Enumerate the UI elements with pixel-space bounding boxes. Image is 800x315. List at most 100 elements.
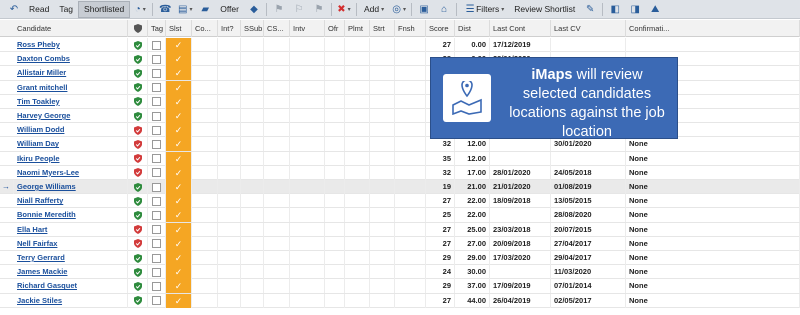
candidate-name-link[interactable]: William Dodd	[14, 123, 128, 138]
tag-checkbox[interactable]	[148, 194, 166, 209]
col-header-co[interactable]: Co...	[192, 20, 218, 37]
table-row[interactable]: Ikiru People ✓ 35 12.00 None	[0, 151, 800, 166]
col-header-plmt[interactable]: Plmt	[345, 20, 370, 37]
table-row[interactable]: James Mackie ✓ 24 30.00 11/03/2020 None	[0, 265, 800, 280]
tag-checkbox[interactable]	[148, 66, 166, 81]
table-row[interactable]: William Dodd ✓	[0, 123, 800, 138]
table-row[interactable]: Naomi Myers-Lee ✓ 32 17.00 28/01/2020 24/05/2…	[0, 165, 800, 180]
tag-checkbox[interactable]	[148, 38, 166, 52]
building-icon[interactable]: ⌂	[434, 1, 454, 18]
col-header-fnsh[interactable]: Fnsh	[395, 20, 426, 37]
review-shortlist-button[interactable]: Review Shortlist	[509, 1, 580, 18]
col-header-ssub[interactable]: SSub	[241, 20, 264, 37]
col-header-last-cont[interactable]: Last Cont	[490, 20, 551, 37]
candidate-name-link[interactable]: Nell Fairfax	[14, 236, 128, 251]
shortlist-check-icon[interactable]: ✓	[166, 66, 192, 81]
col-header-ofr[interactable]: Ofr	[325, 20, 345, 37]
table-row[interactable]: Richard Gasquet ✓ 29 37.00 17/09/2019 07/01/2…	[0, 279, 800, 294]
tag-checkbox[interactable]	[148, 137, 166, 152]
handshake-icon[interactable]: ◆	[244, 1, 264, 18]
table-row[interactable]: Ross Pheby ✓ 27 0.00 17/12/2019	[0, 38, 800, 53]
candidate-name-link[interactable]: James Mackie	[14, 265, 128, 280]
col-header-confirmation[interactable]: Confirmati...	[626, 20, 800, 37]
candidate-name-link[interactable]: George Williams	[14, 180, 128, 194]
table-row[interactable]: Allistair Miller ✓	[0, 66, 800, 81]
shortlist-check-icon[interactable]: ✓	[166, 265, 192, 280]
tag-checkbox[interactable]	[148, 151, 166, 166]
tag-checkbox[interactable]	[148, 293, 166, 308]
shortlist-check-icon[interactable]: ✓	[166, 94, 192, 109]
candidate-name-link[interactable]: Niall Rafferty	[14, 194, 128, 209]
shortlist-check-icon[interactable]: ✓	[166, 180, 192, 194]
shortlist-check-icon[interactable]: ✓	[166, 165, 192, 180]
candidate-name-link[interactable]: Ikiru People	[14, 151, 128, 166]
tag-checkbox[interactable]	[148, 222, 166, 237]
col-header-shield[interactable]	[128, 20, 148, 37]
shortlist-check-icon[interactable]: ✓	[166, 80, 192, 95]
shortlist-check-icon[interactable]: ✓	[166, 194, 192, 209]
document-icon[interactable]: ▤ ▾	[175, 1, 195, 18]
chart-icon[interactable]: ◔ ▾	[130, 1, 150, 18]
candidate-name-link[interactable]: Daxton Combs	[14, 52, 128, 67]
tag-button[interactable]: Tag	[54, 1, 78, 18]
candidate-name-link[interactable]: Tim Toakley	[14, 94, 128, 109]
col-header-intv[interactable]: Intv	[290, 20, 325, 37]
col-header-int[interactable]: Int?	[218, 20, 241, 37]
shortlist-check-icon[interactable]: ✓	[166, 222, 192, 237]
edit-icon[interactable]: ✎	[580, 1, 600, 18]
candidate-name-link[interactable]: William Day	[14, 137, 128, 152]
tag-checkbox[interactable]	[148, 180, 166, 194]
table-row[interactable]: William Day ✓ 32 12.00 30/01/2020 None	[0, 137, 800, 152]
comment-icon[interactable]: ▰	[195, 1, 215, 18]
candidate-name-link[interactable]: Jackie Stiles	[14, 293, 128, 308]
tag-checkbox[interactable]	[148, 251, 166, 265]
col-header-tag[interactable]: Tag	[148, 20, 166, 37]
phone-icon[interactable]: ☎	[155, 1, 175, 18]
shortlist-check-icon[interactable]: ✓	[166, 279, 192, 294]
table-row[interactable]: Tim Toakley ✓	[0, 94, 800, 109]
candidate-name-link[interactable]: Bonnie Meredith	[14, 208, 128, 223]
shortlist-check-icon[interactable]: ✓	[166, 151, 192, 166]
candidate-name-link[interactable]: Terry Gerrard	[14, 251, 128, 265]
flag-outline-icon[interactable]: ⚐	[289, 1, 309, 18]
tag-checkbox[interactable]	[148, 80, 166, 95]
candidate-name-link[interactable]: Grant mitchell	[14, 80, 128, 95]
tag-checkbox[interactable]	[148, 109, 166, 123]
shortlist-check-icon[interactable]: ✓	[166, 293, 192, 308]
offer-button[interactable]: Offer	[215, 1, 244, 18]
table-row[interactable]: Daxton Combs✓280.0028/01/2020	[0, 52, 800, 67]
col-header-dist[interactable]: Dist	[455, 20, 490, 37]
table-row[interactable]: Niall Rafferty ✓ 27 22.00 18/09/2018 13/05/20…	[0, 194, 800, 209]
col-header-cs[interactable]: CS...	[264, 20, 290, 37]
tag-checkbox[interactable]	[148, 236, 166, 251]
read-button[interactable]: Read	[24, 1, 54, 18]
table-row[interactable]: → George Williams ✓ 19 21.00 21/01/2020 01/08/…	[0, 180, 800, 195]
table-row[interactable]: Ella Hart ✓ 27 25.00 23/03/2018 20/07/2015 Non…	[0, 222, 800, 237]
tag-checkbox[interactable]	[148, 94, 166, 109]
tag-checkbox[interactable]	[148, 265, 166, 280]
tag-checkbox[interactable]	[148, 52, 166, 67]
col-header-slst[interactable]: Slst	[166, 20, 192, 37]
col-header-candidate[interactable]: Candidate	[14, 20, 128, 37]
col-header-last-cv[interactable]: Last CV	[551, 20, 626, 37]
tag-checkbox[interactable]	[148, 279, 166, 294]
candidate-name-link[interactable]: Allistair Miller	[14, 66, 128, 81]
table-row[interactable]: Grant mitchell ✓	[0, 80, 800, 95]
candidate-name-link[interactable]: Harvey George	[14, 109, 128, 123]
flag-icon[interactable]: ⚑	[269, 1, 289, 18]
candidate-name-link[interactable]: Ross Pheby	[14, 38, 128, 52]
candidate-name-link[interactable]: Ella Hart	[14, 222, 128, 237]
col-header-score[interactable]: Score	[426, 20, 455, 37]
outlook-icon[interactable]: ◧	[605, 1, 625, 18]
table-row[interactable]: Harvey George ✓	[0, 109, 800, 124]
back-icon[interactable]: ↶	[4, 1, 24, 18]
imaps-icon[interactable]: ⛰	[645, 1, 665, 18]
candidate-name-link[interactable]: Naomi Myers-Lee	[14, 165, 128, 180]
shortlist-check-icon[interactable]: ✓	[166, 109, 192, 123]
shortlist-check-icon[interactable]: ✓	[166, 251, 192, 265]
tag-checkbox[interactable]	[148, 123, 166, 138]
shortlist-check-icon[interactable]: ✓	[166, 52, 192, 67]
tag-checkbox[interactable]	[148, 165, 166, 180]
binoculars-icon[interactable]: ◎ ▾	[389, 1, 409, 18]
shortlist-check-icon[interactable]: ✓	[166, 236, 192, 251]
